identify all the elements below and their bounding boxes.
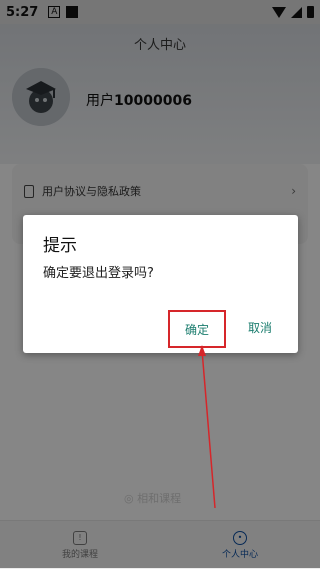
logout-dialog: 提示 确定要退出登录吗? 确定 取消 — [23, 215, 298, 353]
cancel-button[interactable]: 取消 — [238, 319, 282, 339]
confirm-button[interactable]: 确定 — [168, 310, 226, 348]
dialog-message: 确定要退出登录吗? — [43, 266, 154, 281]
dialog-title: 提示 — [43, 236, 77, 256]
